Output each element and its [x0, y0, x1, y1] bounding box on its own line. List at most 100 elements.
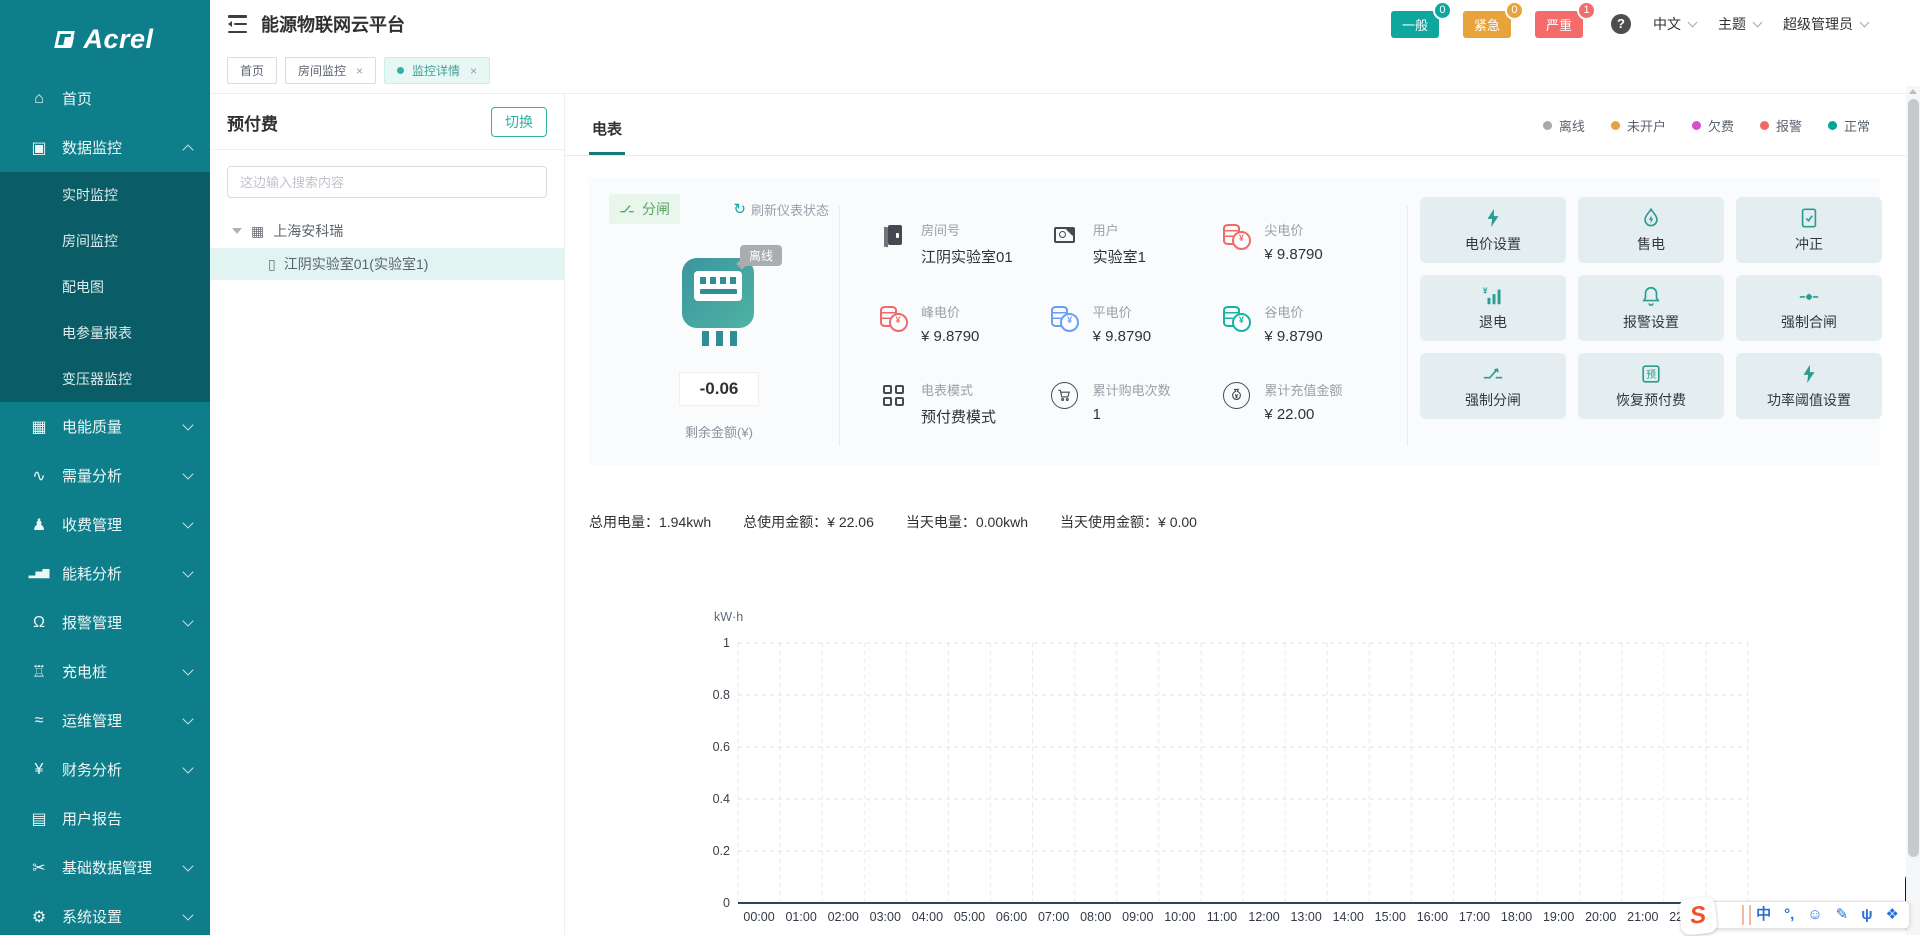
sidebar-item-base-data[interactable]: ✂基础数据管理 [0, 843, 210, 892]
breadcrumb-tab[interactable]: 监控详情× [384, 57, 490, 84]
toolbox-grid-icon[interactable]: ❖ [1886, 901, 1899, 929]
tree-child-node[interactable]: ▯ 江阴实验室01(实验室1) [210, 248, 564, 280]
sidebar-item-finance-analysis[interactable]: ¥财务分析 [0, 745, 210, 794]
submenu-item[interactable]: 房间监控 [0, 218, 210, 264]
action-label: 电价设置 [1465, 234, 1521, 254]
acrel-flag-icon [56, 28, 76, 50]
action-label: 报警设置 [1623, 312, 1679, 332]
sidebar-item-alarm-management[interactable]: Ω报警管理 [0, 598, 210, 647]
sidebar-item-label: 用户报告 [62, 808, 192, 829]
action-button[interactable]: 售电 [1578, 197, 1724, 263]
caret-down-icon [232, 228, 242, 234]
action-button[interactable]: 冲正 [1736, 197, 1882, 263]
action-button[interactable]: 报警设置 [1578, 275, 1724, 341]
help-icon[interactable]: ? [1611, 14, 1631, 34]
alarm-badge-urgent[interactable]: 紧急0 [1463, 11, 1511, 38]
brand-name: Acrel [83, 24, 153, 55]
sidebar-item-charging-pile[interactable]: ♖ 充电桩 [0, 647, 210, 696]
detail-panel: 电表 离线未开户欠费报警正常 分闸 ↻ 刷新仪表状态 [565, 94, 1920, 935]
tree-search-input[interactable] [227, 166, 547, 198]
submenu-item[interactable]: 实时监控 [0, 172, 210, 218]
sidebar-item-label: 电能质量 [62, 416, 184, 437]
sidebar-item-home[interactable]: ⌂首页 [0, 74, 210, 123]
info-label: 尖电价 [1264, 220, 1322, 239]
svg-text:03:00: 03:00 [870, 910, 901, 924]
submenu-item[interactable]: 电参量报表 [0, 310, 210, 356]
sidebar-item-label: 充电桩 [62, 661, 184, 682]
usage-stats: 总用电量：1.94kwh总使用金额：¥ 22.06当天电量：0.00kwh当天使… [589, 512, 1920, 532]
breadcrumb-tab[interactable]: 房间监控× [285, 57, 376, 84]
switch-state-button[interactable]: 分闸 [609, 194, 680, 224]
prepaid-box-icon: 预 [1640, 363, 1662, 385]
ime-toolbar[interactable]: S 中°,☺✎ψ❖ [1697, 901, 1910, 929]
chinese-mode-icon[interactable]: 中 [1756, 901, 1771, 929]
sidebar-item-power-quality[interactable]: ▦电能质量 [0, 402, 210, 451]
refresh-label: 刷新仪表状态 [751, 200, 829, 219]
action-label: 强制合闸 [1781, 312, 1837, 332]
action-button[interactable]: 功率阈值设置 [1736, 353, 1882, 419]
ops-wave-icon: ≈ [28, 712, 50, 730]
user-menu[interactable]: 超级管理员 [1783, 14, 1868, 34]
info-item: 平电价¥ 9.8790 [1050, 290, 1222, 362]
breadcrumb-tab[interactable]: 首页 [227, 57, 277, 84]
charging-pile-icon: ♖ [28, 662, 50, 682]
tab-meter[interactable]: 电表 [589, 118, 625, 155]
microphone-icon[interactable]: ψ [1861, 901, 1872, 929]
alarm-badge-general[interactable]: 一般0 [1391, 11, 1439, 38]
settings-gear-icon: ⚙ [28, 907, 50, 927]
sidebar-item-demand-analysis[interactable]: ∿需量分析 [0, 451, 210, 500]
topbar: 能源物联网云平台 一般0 紧急0 严重1 ? 中文 主题 超级管理员 [210, 0, 1920, 48]
theme-menu[interactable]: 主题 [1718, 14, 1761, 34]
emoji-icon[interactable]: ☺ [1807, 901, 1822, 929]
switch-open-icon [1482, 363, 1504, 385]
submenu-item-label: 实时监控 [62, 185, 192, 205]
alarm-badge-critical[interactable]: 严重1 [1535, 11, 1583, 38]
sogou-logo-icon[interactable]: S [1678, 896, 1718, 936]
action-button[interactable]: 强制分闸 [1420, 353, 1566, 419]
info-value: 预付费模式 [921, 406, 996, 427]
submenu-item[interactable]: 变压器监控 [0, 356, 210, 402]
info-texts: 用户实验室1 [1093, 220, 1146, 267]
sidebar-item-data-monitoring[interactable]: ▣数据监控 [0, 123, 210, 172]
page-scrollbar[interactable] [1906, 86, 1920, 935]
submenu-item-label: 房间监控 [62, 231, 192, 251]
page-title: 能源物联网云平台 [261, 11, 405, 37]
action-label: 强制分闸 [1465, 390, 1521, 410]
sidebar-item-system-settings[interactable]: ⚙系统设置 [0, 892, 210, 935]
sidebar-collapse-icon[interactable] [228, 15, 247, 33]
ime-separator [1749, 905, 1751, 925]
close-icon[interactable]: × [470, 64, 477, 78]
handwriting-pen-icon[interactable]: ✎ [1836, 901, 1849, 929]
chevron-down-icon [182, 909, 193, 920]
language-menu[interactable]: 中文 [1653, 14, 1696, 34]
sidebar-item-ops-management[interactable]: ≈运维管理 [0, 696, 210, 745]
active-tab-dot [397, 67, 404, 74]
language-label: 中文 [1653, 14, 1681, 34]
room-door-icon [878, 220, 908, 250]
action-button[interactable]: 强制合闸 [1736, 275, 1882, 341]
submenu-item[interactable]: 配电图 [0, 264, 210, 310]
svg-text:0.8: 0.8 [713, 688, 730, 702]
scroll-up-icon[interactable] [1909, 89, 1917, 94]
legend-dot [1611, 121, 1620, 130]
chevron-down-icon [182, 566, 193, 577]
submenu-item-label: 配电图 [62, 277, 192, 297]
sidebar-item-fee-management[interactable]: ♟收费管理 [0, 500, 210, 549]
action-button[interactable]: 电价设置 [1420, 197, 1566, 263]
refresh-meter-status[interactable]: ↻ 刷新仪表状态 [733, 200, 829, 219]
sidebar-item-energy-analysis[interactable]: ▂▅▇能耗分析 [0, 549, 210, 598]
info-value: 1 [1093, 406, 1171, 423]
action-button[interactable]: 预恢复预付费 [1578, 353, 1724, 419]
chevron-down-icon [182, 468, 193, 479]
close-icon[interactable]: × [356, 64, 363, 78]
balance-value: -0.06 [679, 372, 760, 406]
action-button[interactable]: ¥退电 [1420, 275, 1566, 341]
scrollbar-thumb[interactable] [1908, 99, 1919, 857]
switch-state-label: 分闸 [642, 199, 670, 219]
lightning-icon [1482, 207, 1504, 229]
svg-text:07:00: 07:00 [1038, 910, 1069, 924]
sidebar-item-user-report[interactable]: ▤用户报告 [0, 794, 210, 843]
punctuation-icon[interactable]: °, [1784, 901, 1794, 929]
tree-root-node[interactable]: ▦ 上海安科瑞 [210, 214, 564, 248]
switch-button[interactable]: 切换 [491, 107, 547, 137]
